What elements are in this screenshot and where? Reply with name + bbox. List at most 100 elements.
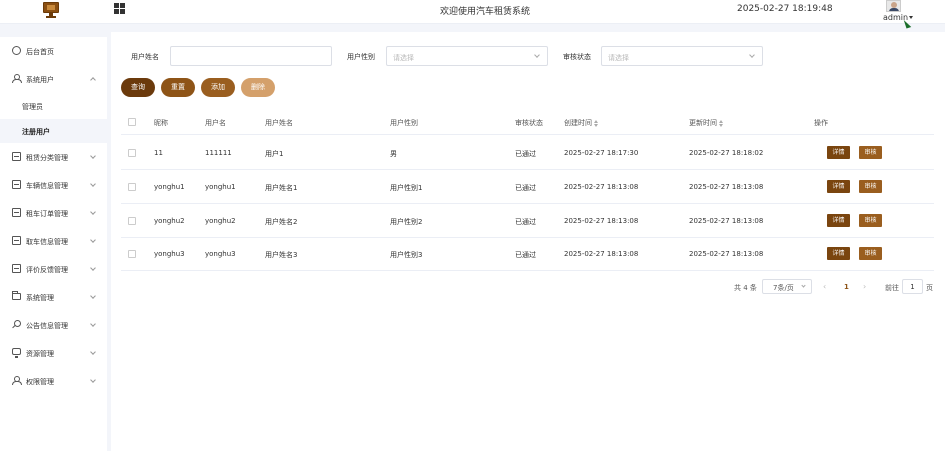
sidebar-item-home[interactable]: 后台首页 (0, 39, 107, 63)
cell-realname: 用户姓名3 (265, 251, 298, 259)
query-button[interactable]: 查询 (121, 78, 155, 97)
cell-gender: 用户性别3 (390, 251, 423, 259)
chevron-down-icon (90, 265, 96, 271)
cell-status: 已通过 (515, 184, 536, 192)
detail-button[interactable]: 详情 (827, 214, 850, 227)
col-updated[interactable]: 更新时间 (689, 118, 724, 128)
sidebar-item-label: 资源管理 (26, 350, 54, 358)
page-size-select[interactable]: 7条/页 (762, 279, 812, 294)
table-row: 11 111111 用户1 男 已通过 2025-02-27 18:17:30 … (121, 136, 934, 170)
cell-updated: 2025-02-27 18:18:02 (689, 149, 764, 157)
cell-realname: 用户1 (265, 150, 284, 158)
cell-status: 已通过 (515, 251, 536, 259)
page-suffix-label: 页 (926, 284, 933, 292)
col-status: 审核状态 (515, 119, 543, 127)
current-datetime: 2025-02-27 18:19:48 (737, 4, 833, 14)
table-row: yonghu1 yonghu1 用户姓名1 用户性别1 已通过 2025-02-… (121, 170, 934, 204)
sidebar-item-system-mgmt[interactable]: 系统管理 (0, 285, 107, 309)
row-checkbox[interactable] (128, 183, 136, 191)
table-row: yonghu3 yonghu3 用户姓名3 用户性别3 已通过 2025-02-… (121, 237, 934, 271)
cell-realname: 用户姓名2 (265, 218, 298, 226)
cell-username: yonghu3 (205, 250, 236, 258)
sidebar-item-label: 后台首页 (26, 48, 54, 56)
page-number-current[interactable]: 1 (844, 283, 849, 291)
next-page-icon[interactable]: › (863, 283, 871, 291)
menu-grid-icon[interactable] (114, 3, 125, 14)
chevron-up-icon (90, 77, 96, 83)
top-header: 欢迎使用汽车租赁系统 2025-02-27 18:19:48 admin (0, 0, 945, 29)
audit-button[interactable]: 审核 (859, 180, 882, 193)
cell-created: 2025-02-27 18:17:30 (564, 149, 639, 157)
prev-page-icon[interactable]: ‹ (823, 283, 831, 291)
cell-nickname: yonghu2 (154, 217, 185, 225)
col-created[interactable]: 创建时间 (564, 118, 599, 128)
detail-button[interactable]: 详情 (827, 247, 850, 260)
row-checkbox[interactable] (128, 149, 136, 157)
sidebar-subitem-admins[interactable]: 管理员 (0, 94, 107, 118)
cell-updated: 2025-02-27 18:13:08 (689, 217, 764, 225)
select-all-checkbox[interactable] (128, 118, 136, 126)
sort-icon[interactable] (594, 119, 599, 127)
name-filter-input[interactable] (170, 46, 332, 66)
search-icon (12, 320, 21, 329)
chevron-down-icon (534, 52, 540, 58)
pagination-total: 共 4 条 (734, 284, 757, 292)
sidebar-item-vehicle-info[interactable]: 车辆信息管理 (0, 173, 107, 197)
page-jump-input[interactable] (902, 279, 923, 294)
delete-button[interactable]: 删除 (241, 78, 275, 97)
chevron-down-icon (90, 181, 96, 187)
audit-button[interactable]: 审核 (859, 146, 882, 159)
cell-username: yonghu2 (205, 217, 236, 225)
sidebar-item-resources[interactable]: 资源管理 (0, 341, 107, 365)
chevron-down-icon (90, 209, 96, 215)
detail-button[interactable]: 详情 (827, 180, 850, 193)
cell-gender: 用户性别2 (390, 218, 423, 226)
detail-button[interactable]: 详情 (827, 146, 850, 159)
monitor-icon (12, 348, 21, 358)
gender-filter-select[interactable]: 请选择 (386, 46, 548, 66)
sidebar-item-label: 租赁分类管理 (26, 154, 68, 162)
sidebar-item-permissions[interactable]: 权限管理 (0, 369, 107, 393)
cell-realname: 用户姓名1 (265, 184, 298, 192)
gender-filter-label: 用户性别 (347, 53, 375, 61)
reset-button[interactable]: 重置 (161, 78, 195, 97)
sidebar-item-feedback[interactable]: 评价反馈管理 (0, 257, 107, 281)
cell-gender: 男 (390, 150, 397, 158)
col-updated-label: 更新时间 (689, 119, 717, 127)
folder-icon (12, 236, 21, 245)
sidebar-subitem-registered-users[interactable]: 注册用户 (0, 119, 107, 143)
chevron-down-icon (90, 153, 96, 159)
sidebar-item-system-users[interactable]: 系统用户 (0, 67, 107, 91)
sidebar-subitem-label: 管理员 (22, 103, 43, 111)
folder-icon (12, 180, 21, 189)
cell-created: 2025-02-27 18:13:08 (564, 183, 639, 191)
sidebar-item-rental-orders[interactable]: 租车订单管理 (0, 201, 107, 225)
sidebar-item-label: 系统用户 (26, 76, 54, 84)
row-checkbox[interactable] (128, 217, 136, 225)
cell-username: yonghu1 (205, 183, 236, 191)
col-created-label: 创建时间 (564, 119, 592, 127)
sort-icon[interactable] (719, 119, 724, 127)
row-checkbox[interactable] (128, 250, 136, 258)
cell-created: 2025-02-27 18:13:08 (564, 250, 639, 258)
chevron-down-icon (90, 293, 96, 299)
col-realname: 用户姓名 (265, 119, 293, 127)
cell-status: 已通过 (515, 150, 536, 158)
folder-icon (12, 152, 21, 161)
cell-created: 2025-02-27 18:13:08 (564, 217, 639, 225)
cell-nickname: yonghu3 (154, 250, 185, 258)
avatar[interactable] (886, 0, 901, 12)
user-icon (12, 74, 22, 83)
audit-button[interactable]: 审核 (859, 247, 882, 260)
sidebar-item-pickup-info[interactable]: 取车信息管理 (0, 229, 107, 253)
name-filter-label: 用户姓名 (131, 53, 159, 61)
sidebar-item-label: 公告信息管理 (26, 322, 68, 330)
status-filter-select[interactable]: 请选择 (601, 46, 763, 66)
chevron-down-icon (90, 377, 96, 383)
add-button[interactable]: 添加 (201, 78, 235, 97)
sidebar-item-rental-category[interactable]: 租赁分类管理 (0, 145, 107, 169)
col-gender: 用户性别 (390, 119, 418, 127)
audit-button[interactable]: 审核 (859, 214, 882, 227)
sidebar-item-announcements[interactable]: 公告信息管理 (0, 313, 107, 337)
status-filter-label: 审核状态 (563, 53, 591, 61)
